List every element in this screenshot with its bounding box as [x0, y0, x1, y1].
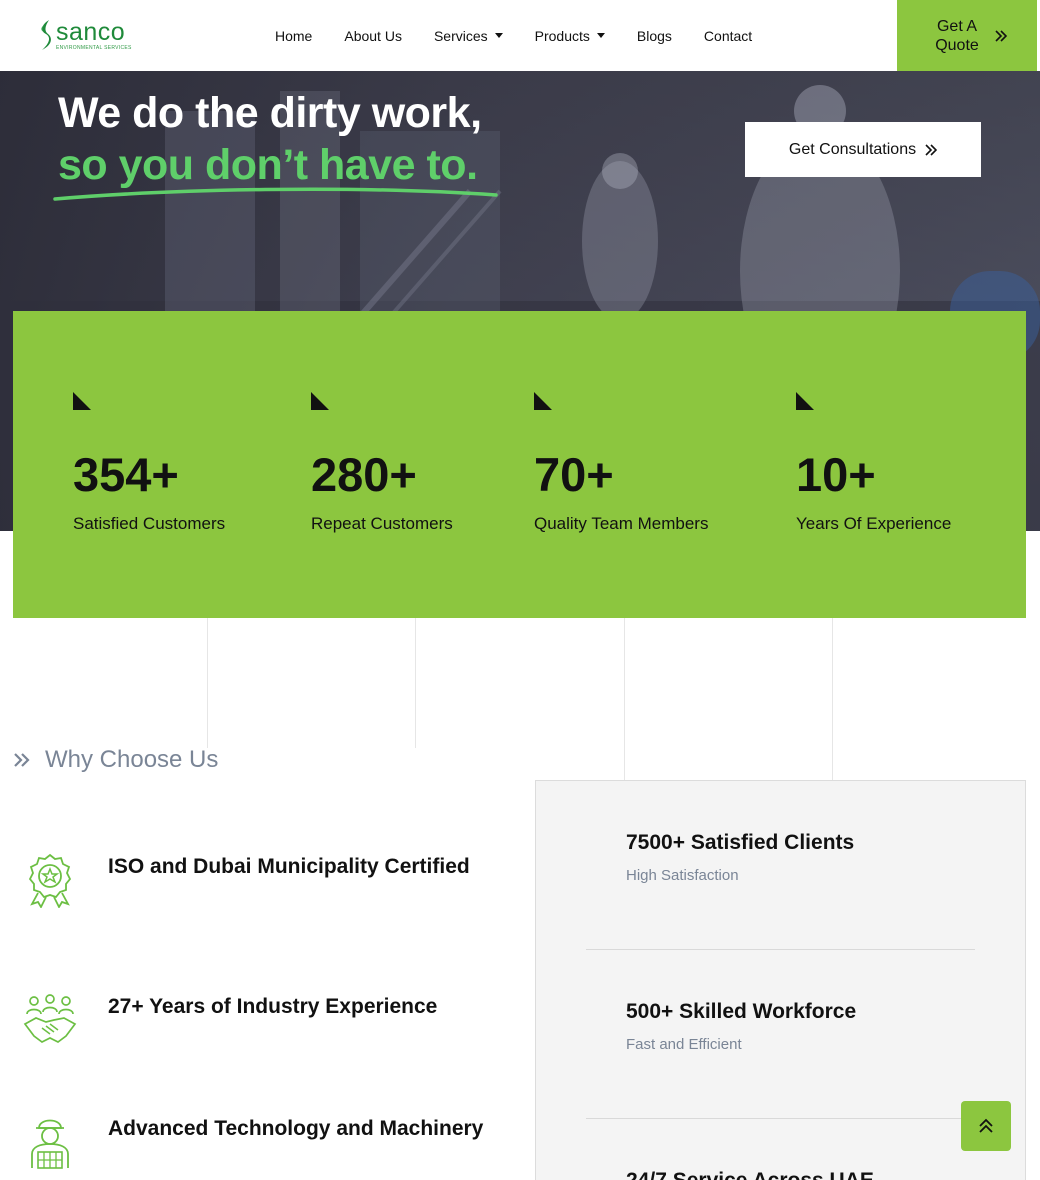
highlight-skilled-workforce: 500+ Skilled Workforce Fast and Efficien… [626, 1000, 856, 1053]
double-chevron-right-icon [995, 29, 1007, 42]
corner-triangle-icon [796, 392, 814, 410]
nav-services[interactable]: Services [434, 28, 503, 44]
logo-word: sanco [56, 17, 126, 46]
nav-contact-label: Contact [703, 27, 753, 44]
worker-icon [31, 1119, 69, 1169]
highlight-title: 24/7 Service Across UAE [626, 1169, 874, 1180]
double-chevron-up-icon [979, 1118, 993, 1133]
get-consultations-button[interactable]: Get Consultations [745, 122, 981, 177]
site-header: sanco ENVIRONMENTAL SERVICES Home About … [0, 0, 1040, 71]
get-consultations-label: Get Consultations [788, 140, 917, 158]
panel-divider [586, 949, 975, 950]
stat-value: 10+ [796, 448, 876, 501]
logo-text: sanco ENVIRONMENTAL SERVICES [56, 17, 132, 51]
nav-blogs[interactable]: Blogs [637, 28, 672, 44]
scroll-to-top-button[interactable] [961, 1101, 1011, 1151]
feature-title: ISO and Dubai Municipality Certified [108, 855, 470, 878]
section-title: Why Choose Us [45, 746, 219, 773]
why-choose-us-heading: Why Choose Us [13, 746, 218, 774]
divider-line [415, 618, 416, 748]
stat-label: Repeat Customers [311, 514, 453, 533]
divider-line [207, 618, 208, 748]
stat-value: 354+ [73, 448, 179, 501]
highlight-subtitle: High Satisfaction [626, 867, 739, 884]
stat-label: Satisfied Customers [73, 514, 226, 533]
double-chevron-right-icon [925, 143, 938, 156]
corner-triangle-icon [534, 392, 552, 410]
highlight-subtitle: Fast and Efficient [626, 1036, 742, 1053]
feature-title: 27+ Years of Industry Experience [108, 995, 438, 1018]
highlight-title: 500+ Skilled Workforce [626, 1000, 857, 1023]
double-chevron-right-icon [14, 753, 30, 767]
nav-about-us[interactable]: About Us [344, 28, 402, 44]
main-nav: Home About Us Services Products Blogs Co… [275, 0, 784, 71]
nav-home[interactable]: Home [275, 28, 312, 44]
nav-products-label: Products [534, 27, 590, 44]
corner-triangle-icon [73, 392, 91, 410]
stat-value: 280+ [311, 448, 417, 501]
divider-line [832, 618, 833, 780]
stat-label: Quality Team Members [534, 514, 709, 533]
get-a-quote-button[interactable]: Get A Quote [897, 0, 1037, 71]
divider-line [624, 618, 625, 780]
award-badge-icon [28, 853, 72, 908]
corner-triangle-icon [311, 392, 329, 410]
nav-home-label: Home [275, 27, 313, 44]
stat-label: Years Of Experience [796, 514, 952, 533]
panel-divider [586, 1118, 975, 1119]
brush-underline-icon [53, 187, 498, 201]
nav-products[interactable]: Products [535, 28, 605, 44]
nav-about-label: About Us [344, 27, 402, 44]
page: sanco ENVIRONMENTAL SERVICES Home About … [0, 0, 1040, 1180]
highlight-service-uae: 24/7 Service Across UAE [626, 1169, 874, 1180]
get-a-quote-label: Get A Quote [935, 17, 979, 54]
feature-title: Advanced Technology and Machinery [108, 1117, 484, 1140]
caret-down-icon [494, 33, 503, 38]
stat-value: 70+ [534, 448, 614, 501]
stats-band: 354+ Satisfied Customers 280+ Repeat Cus… [13, 311, 1026, 618]
highlight-satisfied-clients: 7500+ Satisfied Clients High Satisfactio… [626, 831, 854, 884]
nav-services-label: Services [433, 27, 488, 44]
nav-blogs-label: Blogs [636, 27, 672, 44]
highlight-title: 7500+ Satisfied Clients [626, 831, 855, 854]
caret-down-icon [596, 33, 605, 38]
highlights-panel: 7500+ Satisfied Clients High Satisfactio… [535, 780, 1026, 1180]
logo[interactable]: sanco ENVIRONMENTAL SERVICES [38, 18, 132, 52]
handshake-team-icon [23, 994, 77, 1043]
logo-tagline: ENVIRONMENTAL SERVICES [56, 44, 132, 51]
nav-contact[interactable]: Contact [704, 28, 752, 44]
hero-headline: We do the dirty work, [58, 89, 482, 137]
leaf-logo-icon [41, 20, 51, 50]
